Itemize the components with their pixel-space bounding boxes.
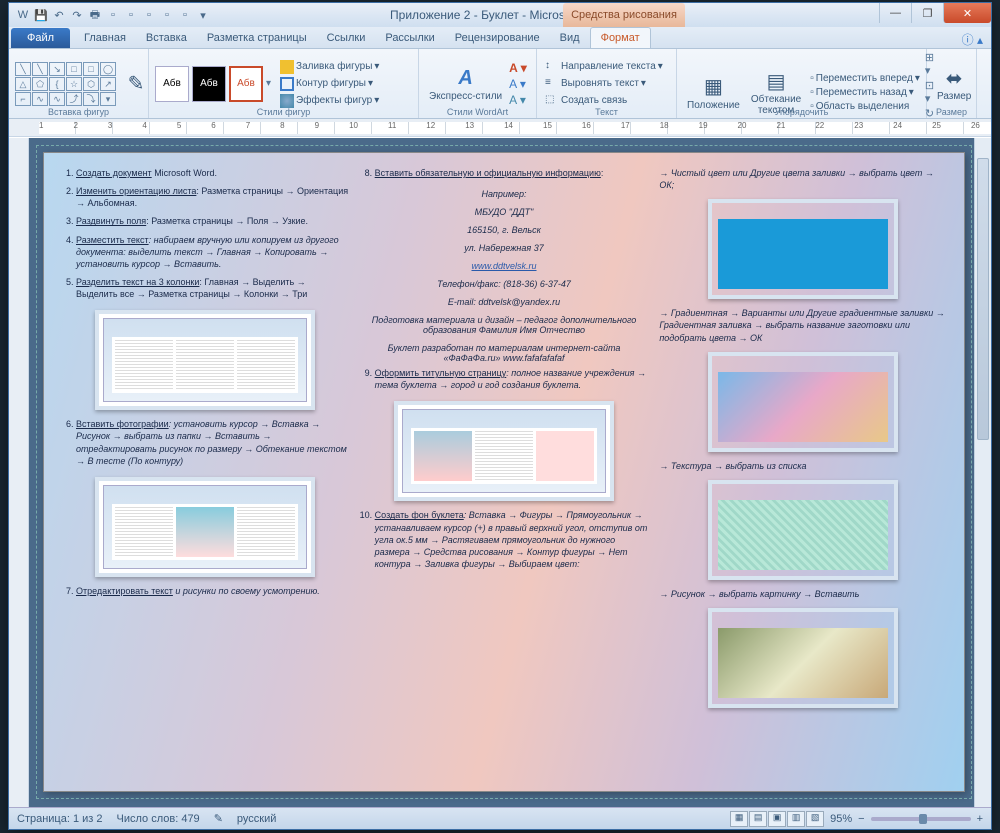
word-window: W 💾 ↶ ↷ 🖶 ▫ ▫ ▫ ▫ ▫ ▾ Приложение 2 - Бук… (8, 2, 992, 830)
send-backward-button[interactable]: ▫ Переместить назад ▾ (808, 86, 922, 99)
print-icon[interactable]: 🖶 (87, 7, 103, 23)
shape-outline-button[interactable]: Контур фигуры ▾ (278, 76, 381, 92)
vertical-ruler[interactable] (9, 138, 29, 807)
shape-style[interactable]: Абв (229, 66, 263, 102)
wordart-styles-button[interactable]: AЭкспресс-стили (425, 63, 506, 104)
tab-review[interactable]: Рецензирование (445, 28, 550, 48)
zoom-in-icon[interactable]: + (977, 813, 983, 825)
word-icon: W (15, 7, 31, 23)
edit-shape-button[interactable]: ✎ (119, 69, 153, 99)
column-1: Создать документ Microsoft Word. Изменит… (62, 167, 349, 777)
language-indicator[interactable]: русский (237, 813, 276, 825)
qat-icon[interactable]: ▫ (141, 7, 157, 23)
zoom-out-icon[interactable]: − (858, 813, 864, 825)
redo-icon[interactable]: ↷ (69, 7, 85, 23)
fill-preview-solid (708, 199, 898, 299)
zoom-value[interactable]: 95% (830, 813, 852, 825)
tab-mailings[interactable]: Рассылки (375, 28, 444, 48)
tab-view[interactable]: Вид (550, 28, 590, 48)
save-icon[interactable]: 💾 (33, 7, 49, 23)
qat-icon[interactable]: ▫ (177, 7, 193, 23)
minimize-button[interactable]: — (879, 3, 911, 23)
fill-preview-picture (708, 608, 898, 708)
word-count[interactable]: Число слов: 479 (117, 813, 200, 825)
screenshot-thumb (95, 477, 315, 577)
text-outline-icon[interactable]: A ▾ (509, 77, 527, 91)
styles-more-icon[interactable]: ▾ (266, 78, 271, 89)
website-link[interactable]: www.ddtvelsk.ru (361, 261, 648, 271)
contextual-tab-label: Средства рисования (563, 3, 685, 27)
maximize-button[interactable]: ❐ (911, 3, 943, 23)
tab-insert[interactable]: Вставка (136, 28, 197, 48)
column-3: Чистый цвет или Другие цвета заливки → в… (659, 167, 946, 777)
shapes-gallery[interactable]: ╲╲↘□□◯ △⬠{☆⬡↗ ⌐∿∿⤴⤵▾ (15, 62, 116, 106)
statusbar: Страница: 1 из 2 Число слов: 479 ✎ русск… (9, 807, 991, 829)
document-canvas[interactable]: Создать документ Microsoft Word. Изменит… (29, 138, 991, 807)
qat-icon[interactable]: ▫ (105, 7, 121, 23)
proofing-icon[interactable]: ✎ (214, 812, 223, 825)
text-fill-icon[interactable]: A ▾ (509, 61, 527, 75)
group-label: Вставка фигур (9, 107, 148, 117)
example-label: Например: (361, 189, 648, 199)
fill-preview-gradient (708, 352, 898, 452)
page: Создать документ Microsoft Word. Изменит… (43, 152, 965, 792)
undo-icon[interactable]: ↶ (51, 7, 67, 23)
tab-home[interactable]: Главная (74, 28, 136, 48)
tab-format[interactable]: Формат (590, 27, 651, 48)
group-label: Стили WordArt (419, 107, 536, 117)
ribbon: ╲╲↘□□◯ △⬠{☆⬡↗ ⌐∿∿⤴⤵▾ ✎ Вставка фигур Абв… (9, 49, 991, 119)
screenshot-thumb (95, 310, 315, 410)
screenshot-thumb (394, 401, 614, 501)
column-2: Вставить обязательную и официальную инфо… (361, 167, 648, 777)
tab-references[interactable]: Ссылки (317, 28, 376, 48)
horizontal-ruler[interactable]: 1234567891011121314151617181920212223242… (9, 119, 991, 137)
fill-preview-texture (708, 480, 898, 580)
group-label: Упорядочить (677, 107, 926, 117)
shape-fill-button[interactable]: Заливка фигуры ▾ (278, 59, 381, 75)
zoom-slider[interactable] (871, 817, 971, 821)
tab-file[interactable]: Файл (11, 28, 70, 48)
view-buttons[interactable]: ▦▤▣▥▧ (730, 811, 824, 827)
ribbon-tabs: Файл Главная Вставка Разметка страницы С… (9, 27, 991, 49)
shape-style[interactable]: Абв (155, 66, 189, 102)
quick-access-toolbar[interactable]: W 💾 ↶ ↷ 🖶 ▫ ▫ ▫ ▫ ▫ ▾ (9, 7, 217, 23)
document-area: Создать документ Microsoft Word. Изменит… (9, 138, 991, 807)
titlebar: W 💾 ↶ ↷ 🖶 ▫ ▫ ▫ ▫ ▫ ▾ Приложение 2 - Бук… (9, 3, 991, 27)
group-label: Текст (537, 107, 676, 117)
size-button[interactable]: ⬌Размер (933, 63, 975, 104)
align-text-button[interactable]: ≡Выровнять текст ▾ (543, 76, 665, 92)
qat-icon[interactable]: ▫ (159, 7, 175, 23)
page-indicator[interactable]: Страница: 1 из 2 (17, 813, 103, 825)
qat-more-icon[interactable]: ▾ (195, 7, 211, 23)
group-label: Размер (927, 107, 976, 117)
help-icon[interactable]: ⓘ ▴ (962, 31, 983, 48)
group-label: Стили фигур (149, 107, 418, 117)
text-direction-button[interactable]: ↕Направление текста ▾ (543, 59, 665, 75)
tab-layout[interactable]: Разметка страницы (197, 28, 317, 48)
bring-forward-button[interactable]: ▫ Переместить вперед ▾ (808, 72, 922, 85)
qat-icon[interactable]: ▫ (123, 7, 139, 23)
close-button[interactable]: ✕ (943, 3, 991, 23)
shape-style[interactable]: Абв (192, 66, 226, 102)
vertical-scrollbar[interactable] (974, 138, 991, 807)
text-effects-icon[interactable]: A ▾ (509, 93, 527, 107)
